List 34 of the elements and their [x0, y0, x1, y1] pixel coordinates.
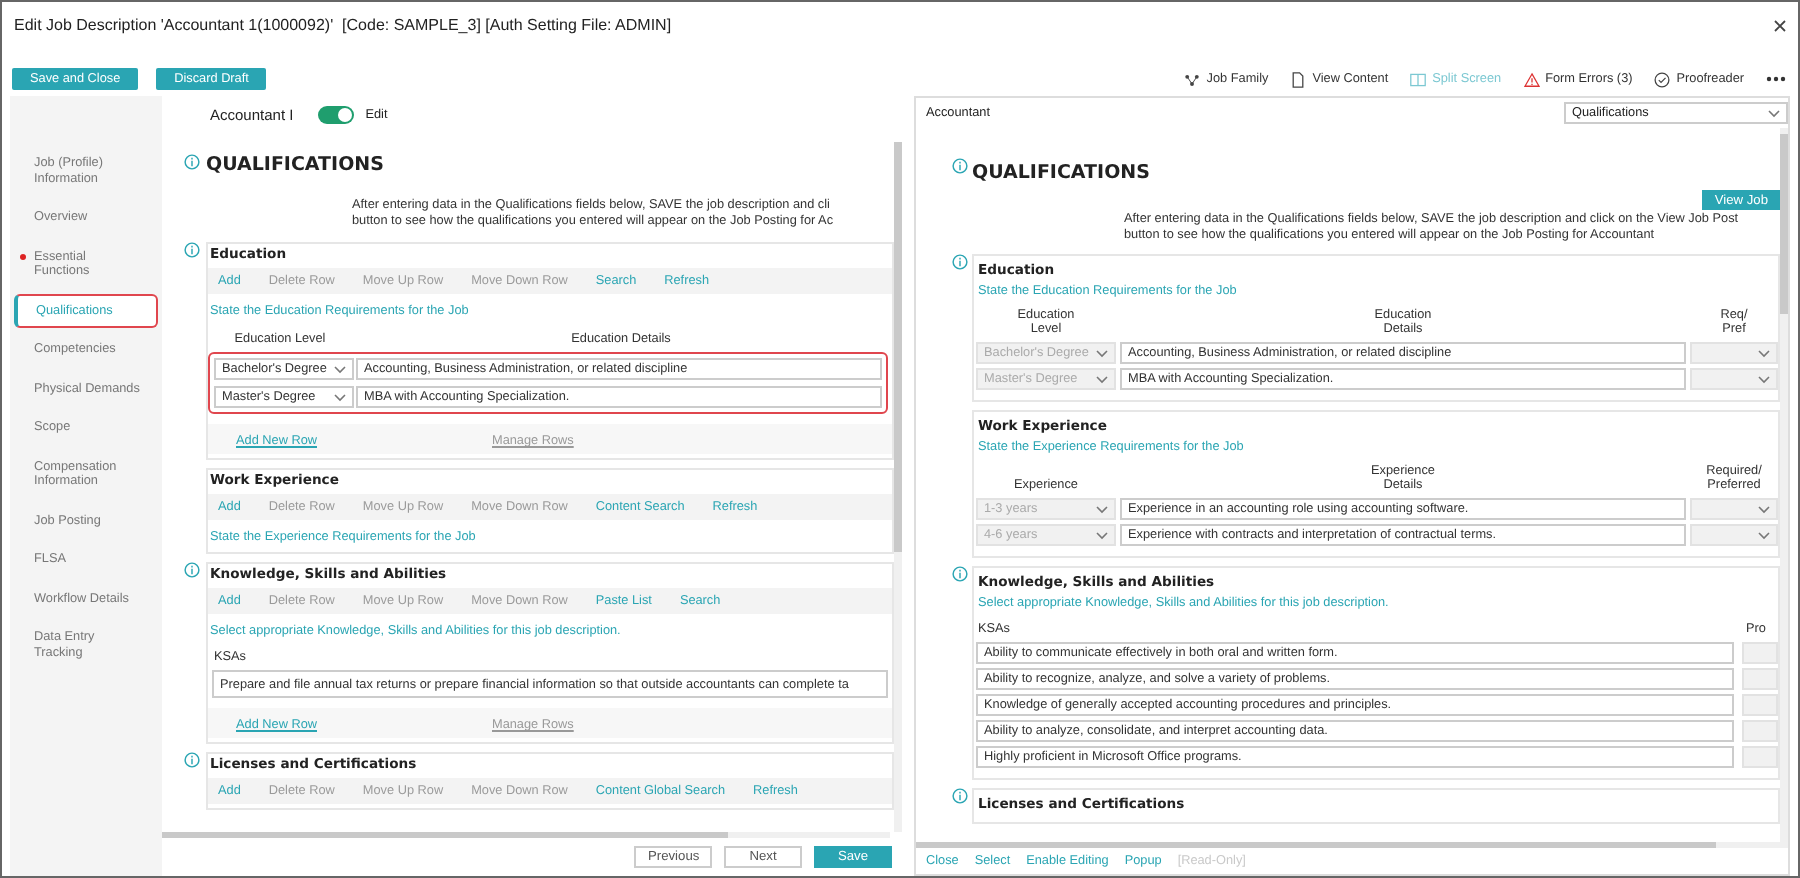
info-icon[interactable]	[184, 752, 200, 769]
edit-toggle[interactable]	[317, 106, 354, 124]
scrollbar[interactable]	[894, 142, 902, 832]
info-icon[interactable]	[952, 254, 968, 271]
close-icon[interactable]	[1774, 20, 1786, 32]
chevron-icon	[334, 393, 346, 402]
info-icon[interactable]	[952, 158, 968, 174]
chevron-icon	[1096, 349, 1108, 358]
scrollbar[interactable]	[1780, 128, 1788, 842]
check-circle-icon	[1654, 71, 1671, 87]
chevron-icon	[1096, 531, 1108, 540]
chevron-icon	[1096, 505, 1108, 514]
chevron-icon	[1758, 531, 1770, 540]
chevron-icon	[334, 365, 346, 374]
page-heading: QUALIFICATIONS	[972, 162, 1150, 184]
chevron-icon	[1758, 349, 1770, 358]
page-heading: QUALIFICATIONS	[206, 154, 384, 176]
chevron-icon	[1096, 375, 1108, 384]
network-icon	[1184, 71, 1201, 87]
info-icon[interactable]	[184, 242, 200, 259]
chevron-icon	[1758, 375, 1770, 384]
chevron-icon	[1768, 109, 1780, 117]
info-icon[interactable]	[952, 788, 968, 805]
info-icon[interactable]	[184, 154, 200, 170]
horizontal-scrollbar[interactable]	[162, 832, 890, 838]
warning-icon	[1523, 71, 1540, 87]
info-icon[interactable]	[184, 562, 200, 579]
window-title: Edit Job Description 'Accountant 1(1000092)' [Code: SAMPLE_3] [Auth Setting File: ADMIN]	[14, 16, 672, 34]
horizontal-scrollbar[interactable]	[916, 842, 1788, 848]
more-icon[interactable]	[1766, 76, 1786, 82]
document-icon	[1290, 71, 1307, 87]
chevron-icon	[1758, 505, 1770, 514]
info-icon[interactable]	[952, 566, 968, 583]
split-view-icon	[1410, 71, 1427, 87]
